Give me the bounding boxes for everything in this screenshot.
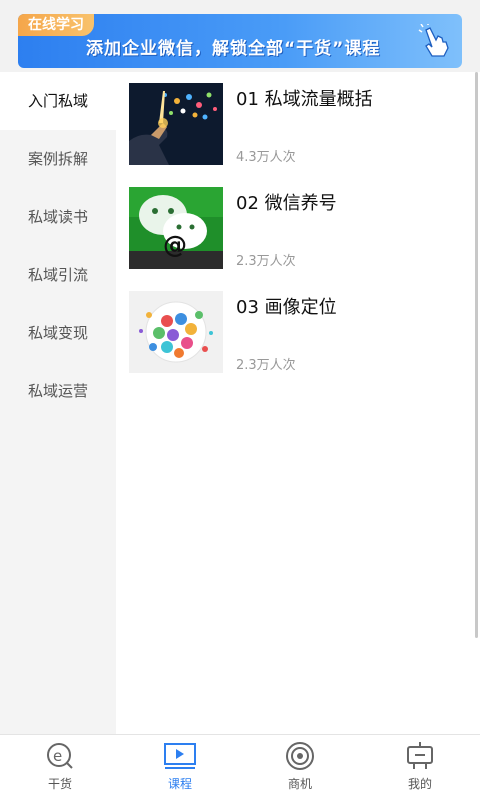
nav-label: 我的 xyxy=(407,777,432,791)
course-views: 2.3万人次 xyxy=(236,254,296,269)
top-banner-area: 在线学习 添加企业微信，解锁全部“干货”课程 xyxy=(0,0,480,72)
course-item[interactable]: @ 02 微信养号 2.3万人次 xyxy=(129,187,469,271)
video-play-icon xyxy=(164,743,196,769)
course-thumbnail xyxy=(129,83,223,165)
course-title: 01 私域流量概括 xyxy=(236,89,373,110)
nav-tab-goods[interactable]: e 干货 xyxy=(0,735,120,801)
banner-tag: 在线学习 xyxy=(18,14,94,36)
circle-target-icon xyxy=(286,742,314,770)
sidebar-item-monetize[interactable]: 私域变现 xyxy=(0,304,116,362)
sidebar-item-reading[interactable]: 私域读书 xyxy=(0,188,116,246)
course-list: 01 私域流量概括 4.3万人次 @ 02 微信养号 2.3万人次 03 画像定… xyxy=(116,72,480,734)
course-thumbnail xyxy=(129,291,223,373)
course-views: 4.3万人次 xyxy=(236,150,296,165)
robot-profile-icon xyxy=(407,742,433,769)
app-icons-hand-image xyxy=(129,83,223,165)
nav-tab-courses[interactable]: 课程 xyxy=(120,735,240,801)
sidebar-item-traffic[interactable]: 私域引流 xyxy=(0,246,116,304)
nav-label: 干货 xyxy=(47,777,72,791)
nav-tab-profile[interactable]: 我的 xyxy=(360,735,480,801)
course-thumbnail: @ xyxy=(129,187,223,269)
e-search-icon: e xyxy=(47,743,73,769)
course-item[interactable]: 01 私域流量概括 4.3万人次 xyxy=(129,83,469,167)
sidebar-item-cases[interactable]: 案例拆解 xyxy=(0,130,116,188)
scrollbar[interactable] xyxy=(475,72,478,638)
wechat-logo-image: @ xyxy=(129,187,223,269)
hand-pointer-icon xyxy=(418,24,449,57)
course-title: 03 画像定位 xyxy=(236,297,337,318)
course-title: 02 微信养号 xyxy=(236,193,337,214)
bottom-nav: e 干货 课程 商机 我的 xyxy=(0,734,480,801)
svg-text:@: @ xyxy=(163,231,187,259)
banner-text: 添加企业微信，解锁全部“干货”课程 xyxy=(86,39,381,59)
sidebar-item-intro[interactable]: 入门私域 xyxy=(0,72,116,130)
course-views: 2.3万人次 xyxy=(236,358,296,373)
nav-label: 课程 xyxy=(167,777,192,791)
nav-label: 商机 xyxy=(287,777,312,791)
wechat-promo-banner[interactable]: 在线学习 添加企业微信，解锁全部“干货”课程 xyxy=(18,14,462,68)
people-avatars-image xyxy=(129,291,223,373)
nav-tab-business[interactable]: 商机 xyxy=(240,735,360,801)
svg-text:e: e xyxy=(53,747,62,765)
sidebar-item-operations[interactable]: 私域运营 xyxy=(0,362,116,420)
course-item[interactable]: 03 画像定位 2.3万人次 xyxy=(129,291,469,375)
category-sidebar: 入门私域 案例拆解 私域读书 私域引流 私域变现 私域运营 xyxy=(0,72,116,734)
